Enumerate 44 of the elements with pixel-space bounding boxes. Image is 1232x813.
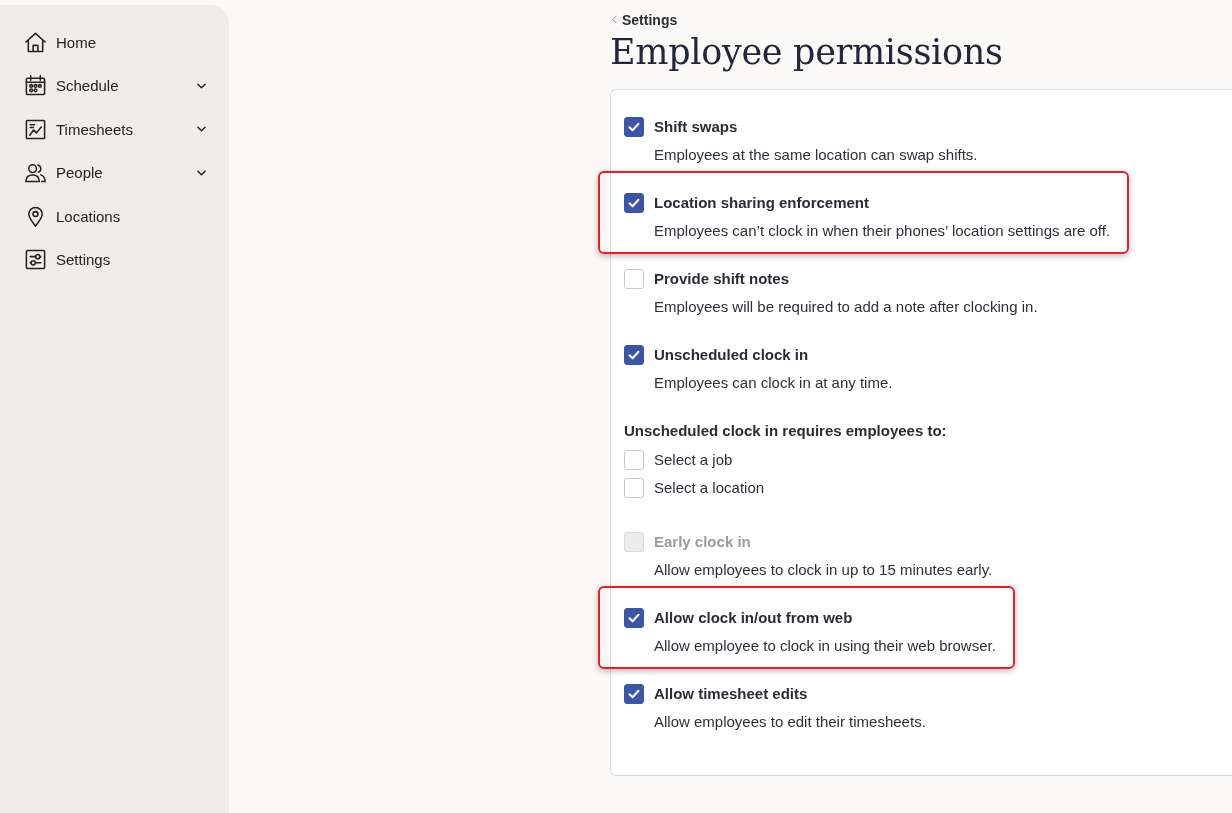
chevron-down-icon — [197, 126, 206, 133]
checkbox[interactable] — [624, 116, 644, 137]
chevron-down-icon — [197, 169, 206, 176]
setting-description: Allow employees to clock in up to 15 minutes early. — [654, 559, 993, 580]
checkmark-icon — [628, 121, 640, 132]
checkbox[interactable] — [624, 607, 644, 628]
setting-label: Provide shift notes — [654, 270, 790, 287]
sidebar-item[interactable]: Locations — [0, 205, 229, 228]
back-link[interactable]: Settings — [610, 10, 678, 29]
checkmark-icon — [628, 197, 640, 208]
chevron-left-icon — [612, 15, 617, 24]
setting-description: Allow employees to edit their timesheets. — [654, 711, 926, 732]
checkmark-icon — [628, 612, 640, 623]
setting-label: Allow timesheet edits — [654, 685, 808, 702]
option-label: Select a job — [654, 451, 733, 468]
setting-label: Unscheduled clock in — [654, 346, 809, 363]
setting-label: Shift swaps — [654, 118, 738, 135]
section-heading: Unscheduled clock in requires employees to: — [624, 420, 948, 441]
chart-icon — [24, 117, 47, 141]
sidebar-item[interactable]: Schedule — [0, 74, 229, 97]
checkmark-icon — [628, 688, 640, 699]
calendar-icon — [24, 74, 47, 98]
setting-label: Early clock in — [654, 533, 751, 550]
sidebar-item[interactable]: Settings — [0, 248, 229, 271]
sidebar-item[interactable]: Home — [0, 31, 229, 53]
setting-description: Allow employee to clock in using their web browser. — [654, 635, 996, 656]
setting-description: Employees will be required to add a note after clocking in. — [654, 296, 1038, 317]
sliders-icon — [24, 248, 47, 272]
page-title: Employee permissions — [610, 30, 1004, 73]
checkbox[interactable] — [624, 344, 644, 365]
setting-description: Employees can clock in at any time. — [654, 372, 893, 393]
setting-label: Location sharing enforcement — [654, 194, 870, 211]
home-icon — [24, 30, 47, 54]
people-icon — [24, 161, 47, 185]
sidebar-item[interactable]: Timesheets — [0, 118, 229, 141]
checkbox[interactable] — [624, 683, 644, 704]
chevron-down-icon — [197, 82, 206, 89]
sidebar-item[interactable]: People — [0, 161, 229, 184]
checkmark-icon — [628, 349, 640, 360]
checkbox[interactable] — [624, 192, 644, 213]
setting-description: Employees can’t clock in when their phones’ location settings are off. — [654, 220, 1111, 241]
setting-label: Allow clock in/out from web — [654, 609, 853, 626]
setting-description: Employees at the same location can swap shifts. — [654, 144, 978, 165]
option-label: Select a location — [654, 479, 765, 496]
